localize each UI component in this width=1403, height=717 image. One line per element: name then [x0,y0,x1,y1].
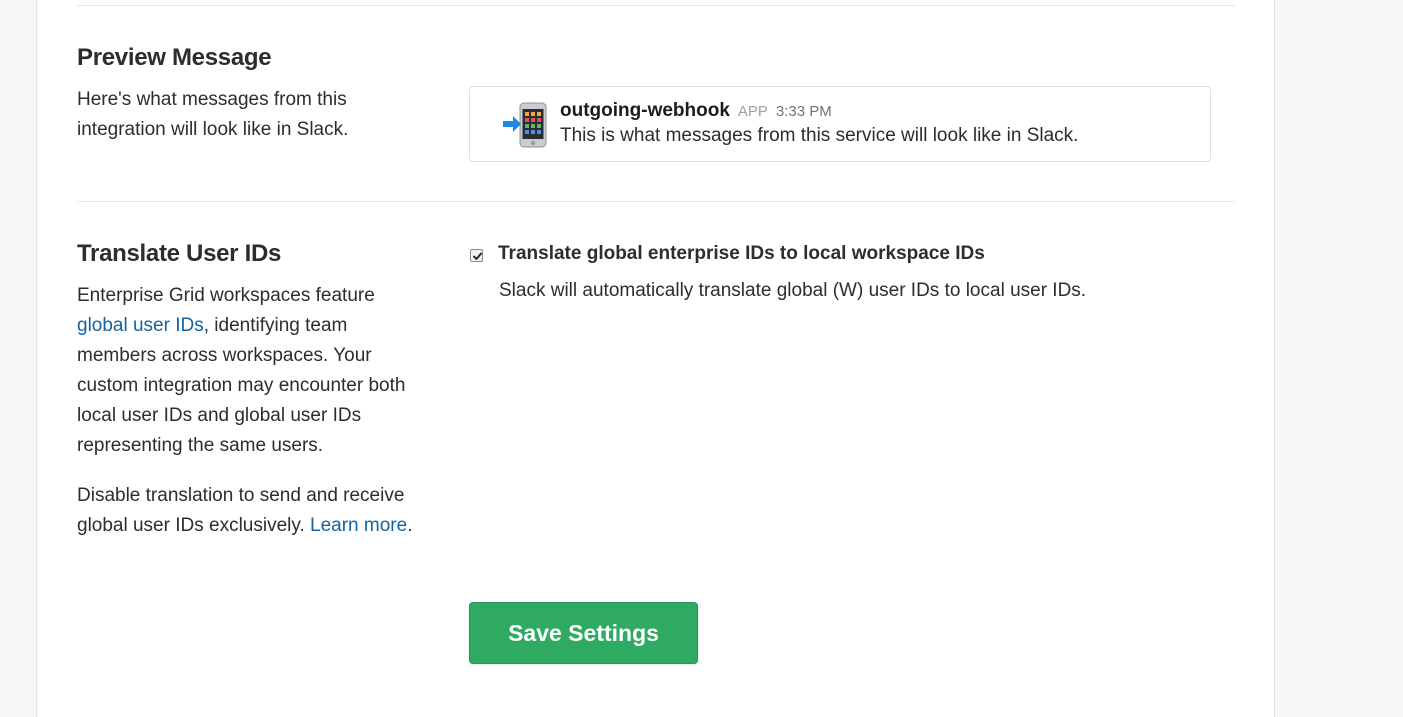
description-text: . [407,515,413,536]
description-text: , identifying team members across worksp… [77,315,406,456]
sender-name: outgoing-webhook [560,100,730,121]
translate-ids-checkbox[interactable] [470,249,483,262]
description-text: Enterprise Grid workspaces feature [77,285,375,306]
translate-description-paragraph: Enterprise Grid workspaces feature globa… [77,281,429,461]
translate-section-title: Translate User IDs [77,240,282,267]
message-timestamp: 3:33 PM [775,103,832,120]
preview-section-description: Here's what messages from this integrati… [77,89,349,140]
translate-disable-paragraph: Disable translation to send and receive … [77,481,429,541]
message-preview: outgoing-webhook APP 3:33 PM This is what … [469,86,1211,162]
global-user-ids-link[interactable]: global user IDs [77,315,204,336]
message-header: outgoing-webhook APP 3:33 PM [560,100,832,122]
section-divider [77,201,1235,202]
save-settings-button[interactable]: Save Settings [469,602,698,664]
message-text: This is what messages from this service … [560,125,1079,146]
preview-section-title: Preview Message [77,44,272,71]
app-badge: APP [737,103,768,120]
phone-with-arrow-icon [502,101,550,149]
translate-ids-checkbox-label[interactable]: Translate global enterprise IDs to local… [498,243,985,265]
translate-ids-help-text: Slack will automatically translate globa… [499,280,1087,301]
learn-more-link[interactable]: Learn more [310,515,407,536]
settings-card: Preview Message Here's what messages fro… [36,0,1275,717]
checkmark-icon [473,252,482,260]
top-divider [77,5,1235,6]
